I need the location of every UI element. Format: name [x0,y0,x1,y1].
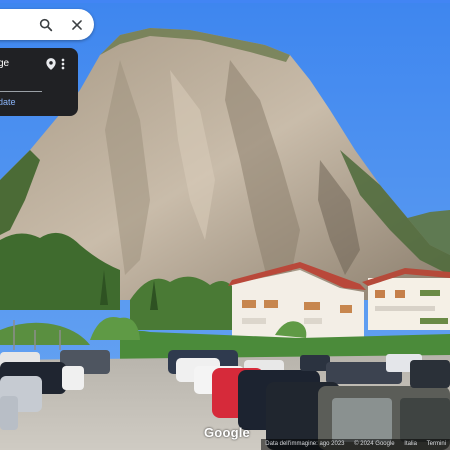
google-logo: Google [204,425,250,440]
copyright-label: © 2024 Google [354,441,395,447]
image-date-label: Data dell'immagine: ago 2023 [265,441,345,447]
place-title: ge [0,58,10,69]
top-accent-strip [0,0,450,3]
card-date-link[interactable]: date [0,97,16,107]
more-vert-icon[interactable] [59,56,67,72]
search-icon[interactable] [35,14,57,36]
attribution-bar: Data dell'immagine: ago 2023 © 2024 Goog… [261,439,450,450]
terms-link[interactable]: Termini [427,441,446,447]
close-icon[interactable] [66,14,88,36]
place-info-card[interactable]: ge date [0,48,78,116]
tree-line [130,276,235,330]
place-pin-icon[interactable] [44,56,58,72]
region-link[interactable]: Italia [404,441,417,447]
search-bar[interactable] [0,9,94,40]
card-divider [0,91,42,92]
